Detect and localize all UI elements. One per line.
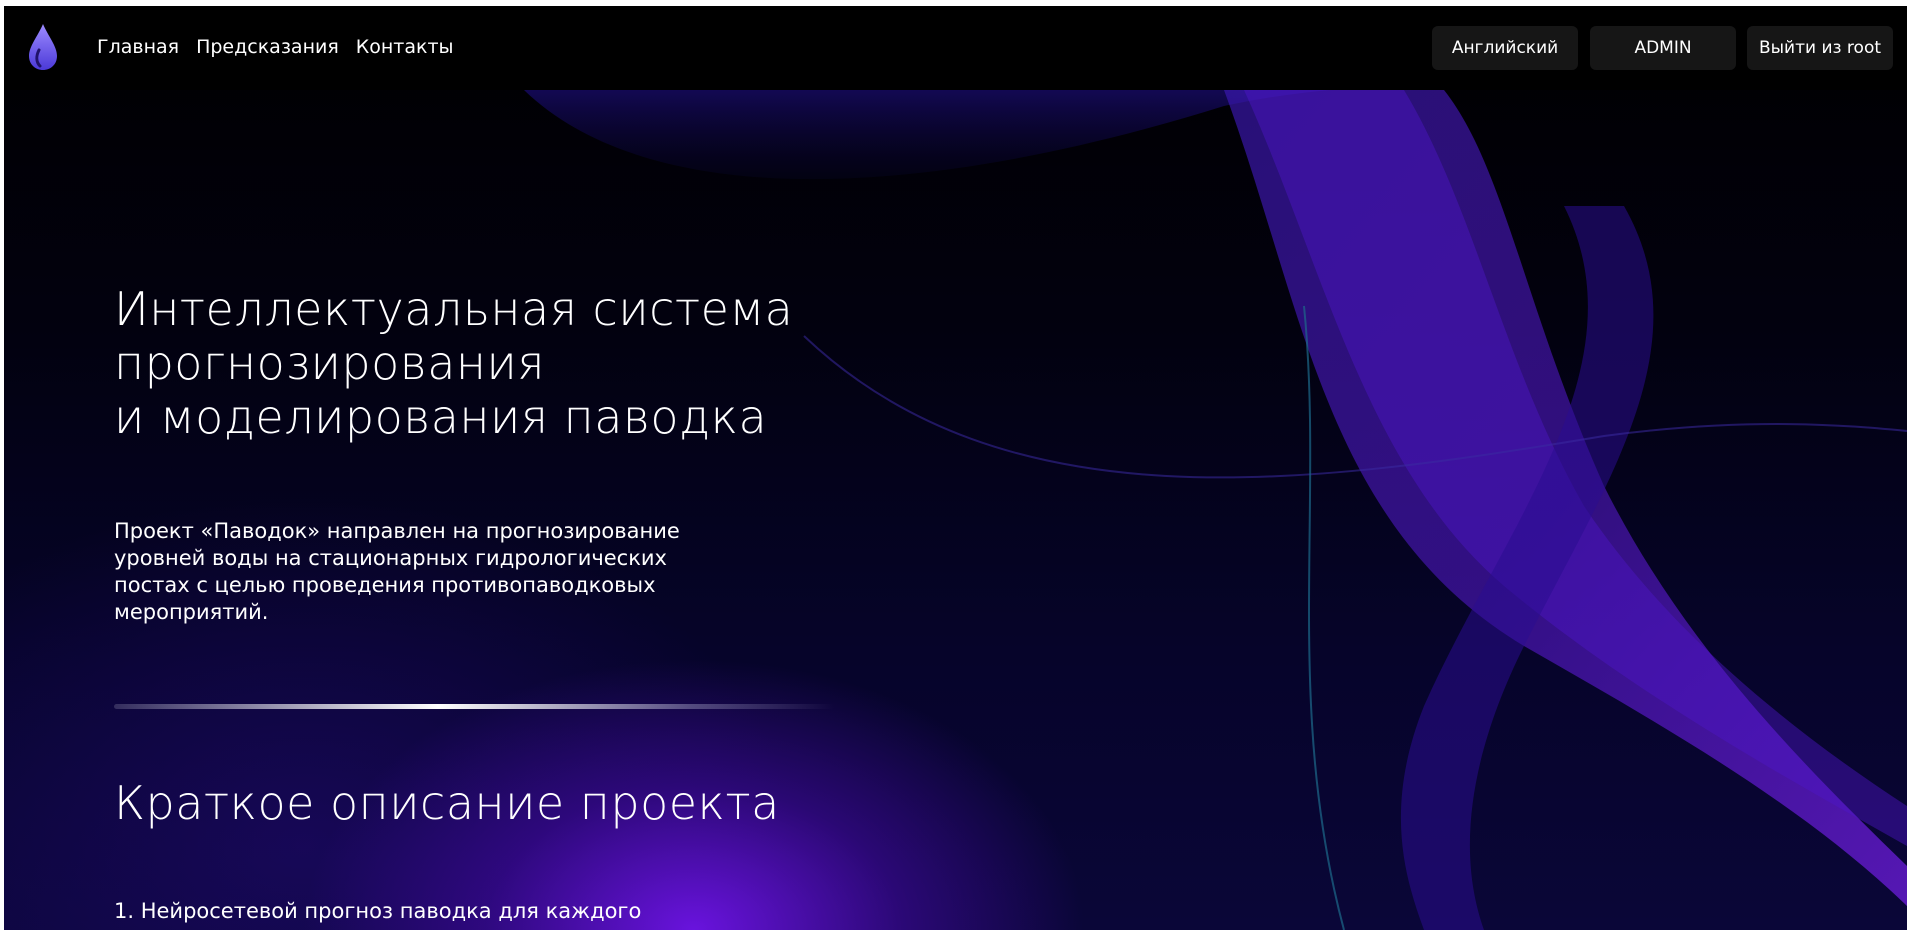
water-drop-icon[interactable] [26, 22, 60, 72]
language-button[interactable]: Английский [1432, 26, 1578, 70]
hero-description-line: мероприятий. [114, 600, 269, 624]
hero-description: Проект «Паводок» направлен на прогнозиро… [114, 518, 754, 626]
hero-description-line: уровней воды на стационарных гидрологиче… [114, 546, 667, 570]
page: Главная Предсказания Контакты Английский… [4, 6, 1907, 930]
hero-title: Интеллектуальная система прогнозирования… [114, 282, 834, 444]
summary-title: Краткое описание проекта [114, 776, 780, 830]
summary-list-item: 1. Нейросетевой прогноз паводка для кажд… [114, 899, 642, 923]
hero-description-line: Проект «Паводок» направлен на прогнозиро… [114, 519, 680, 543]
logout-button[interactable]: Выйти из root [1747, 26, 1893, 70]
hero-title-line: и моделирования паводка [114, 390, 768, 444]
nav-link-contacts[interactable]: Контакты [356, 36, 454, 58]
hero-title-line: прогнозирования [114, 336, 545, 390]
hero-description-line: постах с целью проведения противопаводко… [114, 573, 656, 597]
top-navigation-bar: Главная Предсказания Контакты Английский… [4, 6, 1907, 90]
nav-link-home[interactable]: Главная [97, 36, 179, 58]
nav-link-predictions[interactable]: Предсказания [196, 36, 339, 58]
main-nav: Главная Предсказания Контакты [97, 36, 471, 58]
admin-button[interactable]: ADMIN [1590, 26, 1736, 70]
hero-title-line: Интеллектуальная система [114, 282, 794, 336]
section-divider [114, 704, 834, 709]
